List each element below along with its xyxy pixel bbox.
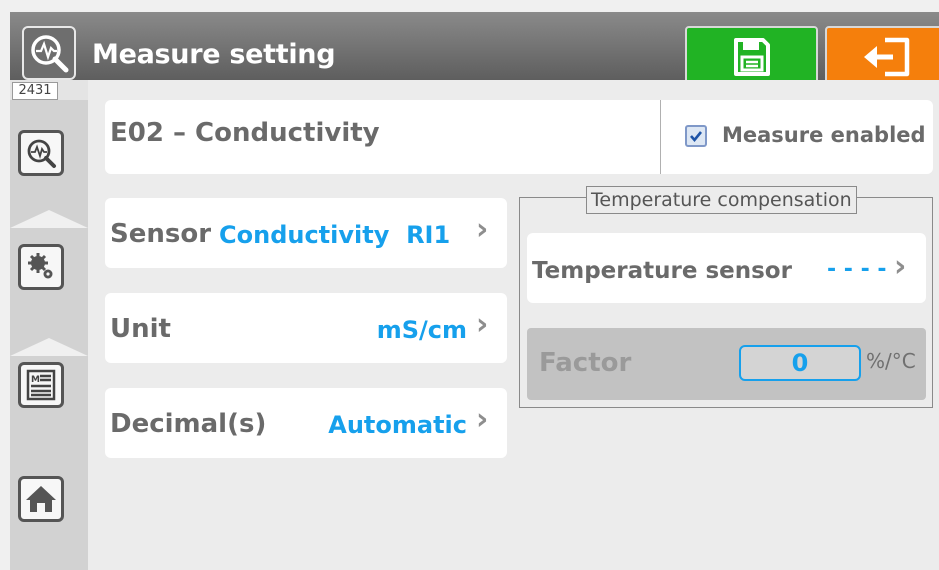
sensor-value: Conductivity RI1 bbox=[219, 221, 451, 249]
factor-label: Factor bbox=[539, 348, 632, 378]
chevron-right-icon: › bbox=[476, 307, 489, 342]
unit-label: Unit bbox=[110, 314, 171, 344]
temperature-sensor-value: - - - - bbox=[827, 257, 887, 282]
unit-row[interactable]: Unit mS/cm › bbox=[105, 293, 507, 363]
exit-button[interactable] bbox=[825, 26, 939, 88]
sensor-label: Sensor bbox=[110, 219, 212, 249]
measure-enabled-label: Measure enabled bbox=[722, 123, 926, 147]
page-title: Measure setting bbox=[92, 39, 336, 70]
decimals-label: Decimal(s) bbox=[110, 409, 267, 439]
checkmark-icon bbox=[690, 131, 703, 143]
svg-text:M: M bbox=[31, 375, 40, 385]
tab-measure[interactable] bbox=[10, 100, 88, 228]
factor-unit: %/°C bbox=[866, 349, 916, 373]
chevron-right-icon: › bbox=[476, 402, 489, 437]
temperature-sensor-row[interactable]: Temperature sensor - - - - › bbox=[527, 233, 926, 303]
sensor-row[interactable]: Sensor Conductivity RI1 › bbox=[105, 198, 507, 268]
tab-home[interactable] bbox=[10, 462, 88, 570]
decimals-value: Automatic bbox=[328, 411, 467, 439]
temperature-compensation-legend: Temperature compensation bbox=[586, 186, 857, 214]
temperature-sensor-label: Temperature sensor bbox=[532, 258, 792, 284]
measure-enabled-checkbox[interactable] bbox=[685, 125, 707, 147]
unit-value: mS/cm bbox=[376, 316, 467, 344]
gears-icon bbox=[18, 244, 64, 290]
decimals-row[interactable]: Decimal(s) Automatic › bbox=[105, 388, 507, 458]
screen: Measure setting 2431 M E02 – Conductivit… bbox=[0, 0, 939, 570]
factor-input[interactable]: 0 bbox=[739, 345, 861, 381]
measure-name: E02 – Conductivity bbox=[110, 118, 380, 148]
tab-settings[interactable] bbox=[10, 228, 88, 356]
chevron-right-icon: › bbox=[894, 249, 907, 284]
floppy-disk-icon bbox=[733, 38, 770, 76]
save-button[interactable] bbox=[685, 26, 818, 88]
exit-arrow-icon bbox=[864, 37, 910, 77]
chevron-right-icon: › bbox=[476, 212, 489, 247]
measure-magnifier-icon bbox=[18, 130, 64, 176]
measure-magnifier-icon bbox=[22, 26, 76, 80]
divider bbox=[660, 100, 661, 174]
document-list-icon: M bbox=[18, 362, 64, 408]
counter-badge: 2431 bbox=[12, 82, 58, 100]
title-bar: Measure setting bbox=[10, 12, 939, 88]
home-icon bbox=[18, 476, 64, 522]
